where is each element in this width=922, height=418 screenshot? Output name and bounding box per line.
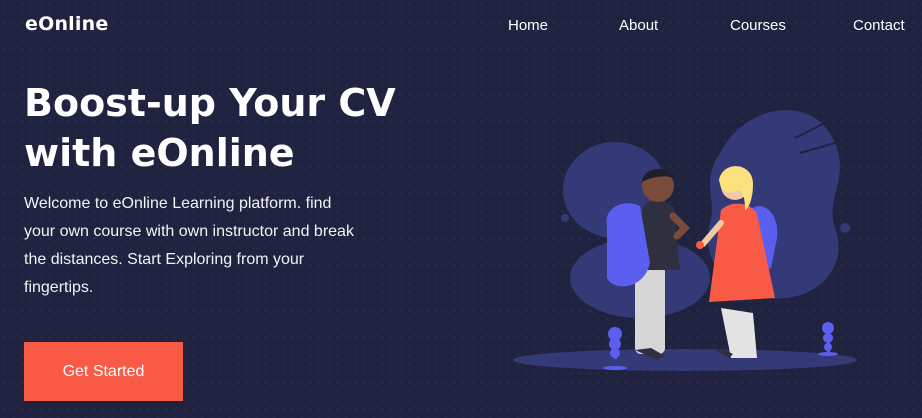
plant-right-icon (818, 322, 838, 356)
hero-description: Welcome to eOnline Learning platform. fi… (24, 190, 424, 302)
nav-about[interactable]: About (619, 17, 658, 34)
nav-courses[interactable]: Courses (730, 17, 786, 34)
hero-title-line-1: Boost-up Your CV (24, 81, 396, 125)
hero-description-line-4: fingertips. (24, 279, 94, 296)
nav-home[interactable]: Home (508, 17, 548, 34)
hero-title-line-2: with eOnline (24, 131, 295, 175)
hero-title: Boost-up Your CV with eOnline (24, 78, 454, 178)
students-with-backpacks-illustration (513, 110, 857, 371)
hero-description-line-2: your own course with own instructor and … (24, 223, 354, 240)
nav-contact[interactable]: Contact (853, 17, 905, 34)
hero-description-line-1: Welcome to eOnline Learning platform. fi… (24, 195, 332, 212)
get-started-button[interactable]: Get Started (24, 342, 183, 401)
background-blob-icon (513, 110, 857, 371)
main-nav: Home About Courses Contact (0, 17, 922, 37)
hero-description-line-3: the distances. Start Exploring from your (24, 251, 305, 268)
